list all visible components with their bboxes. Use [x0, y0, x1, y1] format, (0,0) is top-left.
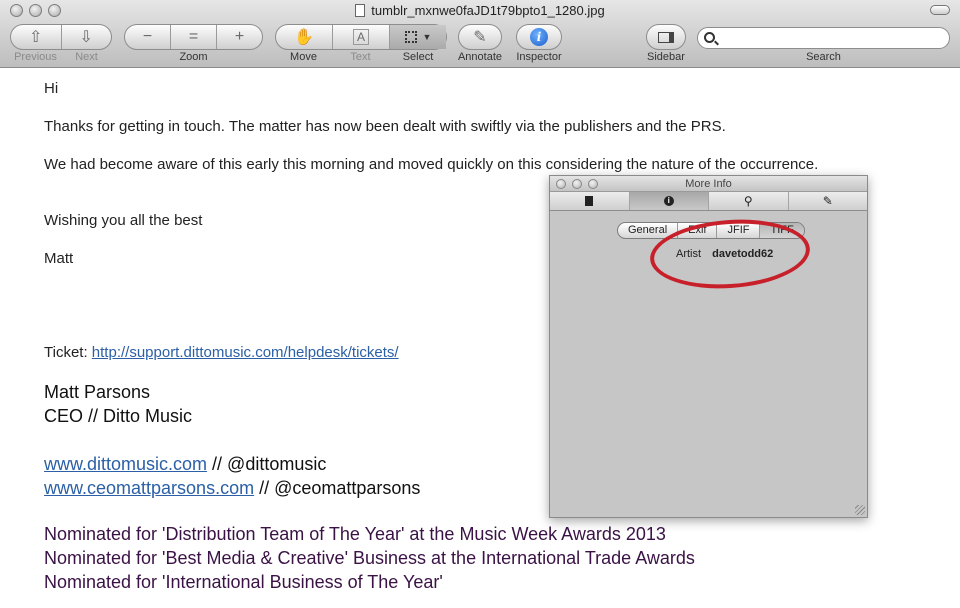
dittomusic-link[interactable]: www.dittomusic.com [44, 454, 207, 474]
panel-titlebar: More Info [550, 176, 867, 192]
hand-icon: ✋ [294, 29, 314, 46]
nomination-line: Nominated for 'Distribution Team of The … [44, 524, 666, 544]
zoom-group: − = + [124, 24, 263, 50]
panel-close-button[interactable] [556, 179, 566, 189]
previous-button[interactable]: ⇧ [11, 25, 62, 49]
ceomattparsons-link[interactable]: www.ceomattparsons.com [44, 478, 254, 498]
ticket-link[interactable]: http://support.dittomusic.com/helpdesk/t… [92, 344, 399, 361]
text-label: Text [350, 51, 371, 63]
ticket-line: Ticket: http://support.dittomusic.com/he… [44, 344, 399, 361]
previous-label: Previous [14, 51, 57, 63]
move-tool-button[interactable]: ✋ [276, 25, 333, 49]
next-label: Next [75, 51, 98, 63]
info-icon: i [530, 28, 548, 46]
sidebar-label: Sidebar [647, 51, 685, 63]
dittomusic-handle: // @dittomusic [207, 454, 327, 474]
arrow-up-icon: ⇧ [29, 29, 43, 46]
equals-icon: = [188, 28, 199, 45]
website-line-1: www.dittomusic.com // @dittomusic [44, 454, 326, 475]
resize-grip[interactable] [855, 505, 865, 515]
text-tool-icon: A [352, 29, 369, 45]
annotate-button[interactable]: ✎ [458, 24, 502, 50]
inspector-button[interactable]: i [516, 24, 562, 50]
next-button[interactable]: ⇩ [62, 25, 112, 49]
zoom-label: Zoom [179, 51, 208, 63]
pencil-icon: ✎ [473, 29, 487, 46]
more-info-panel: More Info i ⚲ ✎ General Exif JFIF TIFF A… [549, 175, 868, 518]
website-line-2: www.ceomattparsons.com // @ceomattparson… [44, 478, 420, 499]
toolbar-toggle-button[interactable] [930, 5, 950, 15]
pencil-icon: ✎ [822, 194, 833, 208]
zoom-fit-button[interactable]: = [171, 25, 217, 49]
email-line-1: Thanks for getting in touch. The matter … [44, 118, 726, 135]
email-greeting: Hi [44, 80, 59, 97]
sidebar-button[interactable] [646, 24, 686, 50]
nomination-line: Nominated for 'Best Media & Creative' Bu… [44, 548, 695, 568]
text-tool-button[interactable]: A [333, 25, 390, 49]
panel-zoom-button[interactable] [588, 179, 598, 189]
inspector-label: Inspector [516, 51, 562, 63]
zoom-in-button[interactable]: + [217, 25, 262, 49]
search-input[interactable] [697, 27, 950, 49]
search-icon: ⚲ [743, 194, 753, 208]
tab-annotations[interactable]: ✎ [789, 192, 868, 210]
info-icon: i [663, 196, 674, 206]
marquee-select-icon [404, 31, 417, 43]
tab-keywords[interactable]: ⚲ [709, 192, 789, 210]
search-icon [704, 32, 715, 43]
email-sender: Matt [44, 250, 74, 267]
select-label: Select [402, 51, 434, 63]
navigation-group: ⇧ ⇩ [10, 24, 112, 50]
window-title-text: tumblr_mxnwe0faJD1t79bpto1_1280.jpg [371, 3, 605, 18]
signature-title: CEO // Ditto Music [44, 406, 193, 426]
inspector-segment[interactable]: i [517, 25, 561, 49]
annotate-segment[interactable]: ✎ [459, 25, 501, 49]
annotate-label: Annotate [457, 51, 503, 63]
panel-tab-bar: i ⚲ ✎ [550, 192, 867, 211]
window-toolbar: tumblr_mxnwe0faJD1t79bpto1_1280.jpg ⇧ ⇩ … [0, 0, 960, 68]
email-line-2: We had become aware of this early this m… [44, 156, 819, 173]
zoom-out-button[interactable]: − [125, 25, 171, 49]
document-icon [585, 196, 594, 206]
nomination-line: Nominated for 'International Business of… [44, 572, 443, 592]
chevron-down-icon: ▼ [422, 32, 432, 42]
ceomattparsons-handle: // @ceomattparsons [254, 478, 421, 498]
document-icon [355, 4, 366, 17]
signature-name: Matt Parsons [44, 382, 151, 402]
window-title: tumblr_mxnwe0faJD1t79bpto1_1280.jpg [0, 3, 960, 18]
tab-more-info[interactable]: i [629, 192, 709, 210]
tool-mode-group: ✋ A ▼ [275, 24, 447, 50]
email-closing: Wishing you all the best [44, 212, 203, 229]
sidebar-segment[interactable] [647, 25, 685, 49]
tab-general-info[interactable] [550, 192, 630, 210]
panel-minimize-button[interactable] [572, 179, 582, 189]
minus-icon: − [142, 28, 153, 45]
move-label: Move [290, 51, 317, 63]
plus-icon: + [234, 28, 245, 45]
search-label: Search [806, 51, 841, 63]
arrow-down-icon: ⇩ [79, 29, 93, 46]
ticket-label: Ticket: [44, 344, 88, 361]
sidebar-icon [658, 31, 674, 43]
select-tool-button[interactable]: ▼ [390, 25, 446, 49]
